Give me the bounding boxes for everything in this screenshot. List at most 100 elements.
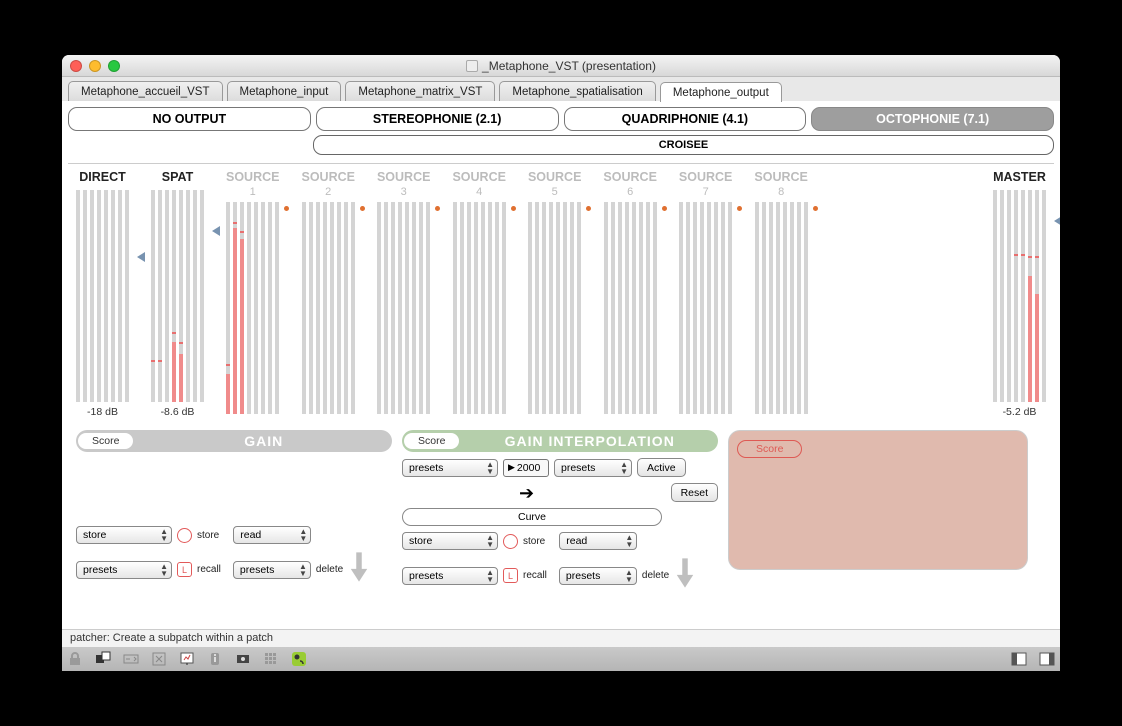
grid-icon[interactable] (262, 650, 280, 668)
meter-bar (76, 190, 80, 402)
interp-presets-row: presets▲▼ ▶2000 presets▲▼ Active (402, 458, 718, 477)
meter-bar (330, 202, 334, 414)
tab-metaphone-matrix-vst[interactable]: Metaphone_matrix_VST (345, 81, 495, 101)
meter-bars (377, 202, 430, 414)
meter-bar (172, 190, 176, 402)
mode-no-output[interactable]: NO OUTPUT (68, 107, 311, 131)
content: NO OUTPUTSTEREOPHONIE (2.1)QUADRIPHONIE … (62, 101, 1060, 629)
interp-title: GAIN INTERPOLATION (469, 433, 710, 449)
recall-trigger-icon[interactable]: L (503, 568, 518, 583)
meter-bar (714, 202, 718, 414)
meter-bar (261, 202, 265, 414)
meter-sublabel: 7 (703, 186, 709, 198)
source-3-meter: SOURCE3 (377, 170, 430, 414)
meter-bars (76, 190, 129, 402)
zoom-icon[interactable] (122, 650, 140, 668)
mode-quadriphonie-4-1-[interactable]: QUADRIPHONIE (4.1) (564, 107, 807, 131)
activity-icon[interactable] (290, 650, 308, 668)
meter-bar (337, 202, 341, 414)
close-x-icon[interactable] (150, 650, 168, 668)
meter-bars (528, 202, 581, 414)
indicator-dot-icon (737, 206, 742, 211)
meter-bar (611, 202, 615, 414)
interp-time[interactable]: ▶2000 (503, 459, 549, 477)
meter-bar (755, 202, 759, 414)
read-select[interactable]: read▲▼ (559, 532, 637, 550)
window-b-icon[interactable] (1038, 650, 1056, 668)
store-trigger-icon[interactable] (503, 534, 518, 549)
lock-icon[interactable] (66, 650, 84, 668)
meter-sublabel: 4 (476, 186, 482, 198)
presentation-icon[interactable] (178, 650, 196, 668)
meter-bar (762, 202, 766, 414)
store-select[interactable]: store▲▼ (76, 526, 172, 544)
presets-delete-select[interactable]: presets▲▼ (233, 561, 311, 579)
level-handle-icon[interactable] (1054, 216, 1060, 226)
meter-bar (111, 190, 115, 402)
info-icon[interactable] (206, 650, 224, 668)
presets-select[interactable]: presets▲▼ (402, 567, 498, 585)
croisee-button[interactable]: CROISEE (313, 135, 1054, 155)
level-handle-icon[interactable] (212, 226, 220, 236)
meter-bar (186, 190, 190, 402)
reset-button[interactable]: Reset (671, 483, 718, 502)
meter-bars (226, 202, 279, 414)
interp-presets-b[interactable]: presets▲▼ (554, 459, 632, 477)
tab-metaphone-input[interactable]: Metaphone_input (227, 81, 342, 101)
score-button[interactable]: Score (404, 433, 459, 449)
meter-bar (316, 202, 320, 414)
minimize-button[interactable] (89, 60, 101, 72)
recall-trigger-icon[interactable]: L (177, 562, 192, 577)
score-button[interactable]: Score (78, 433, 133, 449)
tab-metaphone-output[interactable]: Metaphone_output (660, 82, 782, 102)
zoom-button[interactable] (108, 60, 120, 72)
close-button[interactable] (70, 60, 82, 72)
source-5-meter: SOURCE5 (528, 170, 581, 414)
new-object-icon[interactable] (94, 650, 112, 668)
window-title: _Metaphone_VST (presentation) (62, 59, 1060, 73)
meter-sublabel: 2 (325, 186, 331, 198)
panels-row: Score GAIN store▲▼ store read▲▼ presets▲… (68, 418, 1054, 595)
meter-bar (1000, 190, 1004, 402)
level-handle-icon[interactable] (137, 252, 145, 262)
meter-bars (755, 202, 808, 414)
score-button[interactable]: Score (737, 440, 802, 458)
bottom-toolbar (62, 647, 1060, 671)
presets-select[interactable]: presets▲▼ (76, 561, 172, 579)
meter-bar (707, 202, 711, 414)
meter-sublabel: 5 (552, 186, 558, 198)
status-bar: patcher: Create a subpatch within a patc… (62, 629, 1060, 647)
object-icon[interactable] (234, 650, 252, 668)
gain-title: GAIN (143, 433, 384, 449)
meter-bar (83, 190, 87, 402)
meter-bar (158, 190, 162, 402)
down-arrow-icon (348, 550, 370, 589)
meter-bar (790, 202, 794, 414)
meter-label: SOURCE (754, 170, 807, 184)
tab-metaphone-spatialisation[interactable]: Metaphone_spatialisation (499, 81, 655, 101)
meter-bar (398, 202, 402, 414)
meter-bar (90, 190, 94, 402)
meter-bar (783, 202, 787, 414)
meter-label: SOURCE (301, 170, 354, 184)
mode-octophonie-7-1-[interactable]: OCTOPHONIE (7.1) (811, 107, 1054, 131)
store-select[interactable]: store▲▼ (402, 532, 498, 550)
meter-bars (993, 190, 1046, 402)
presets-delete-select[interactable]: presets▲▼ (559, 567, 637, 585)
meter-bar (165, 190, 169, 402)
read-select[interactable]: read▲▼ (233, 526, 311, 544)
meter-bars (604, 202, 657, 414)
meter-bar (1035, 190, 1039, 402)
window-a-icon[interactable] (1010, 650, 1028, 668)
interp-presets-a[interactable]: presets▲▼ (402, 459, 498, 477)
curve-button[interactable]: Curve (402, 508, 662, 526)
store-trigger-icon[interactable] (177, 528, 192, 543)
interp-panel: Score GAIN INTERPOLATION presets▲▼ ▶2000… (402, 430, 718, 595)
tab-metaphone-accueil-vst[interactable]: Metaphone_accueil_VST (68, 81, 223, 101)
meter-bar (653, 202, 657, 414)
active-button[interactable]: Active (637, 458, 686, 477)
spat-meter: SPAT-8.6 dB (151, 170, 204, 418)
meter-bar (535, 202, 539, 414)
recall-label: recall (197, 564, 221, 575)
mode-stereophonie-2-1-[interactable]: STEREOPHONIE (2.1) (316, 107, 559, 131)
